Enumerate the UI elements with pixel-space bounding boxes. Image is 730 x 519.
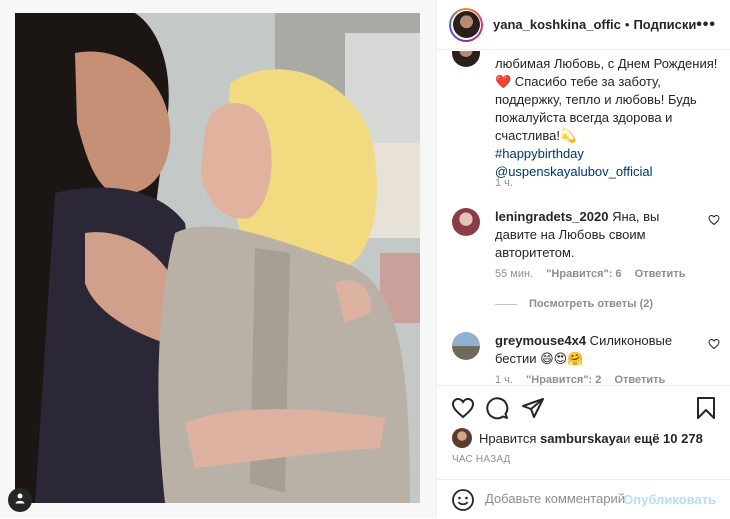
comment-meta: 55 мин. "Нравится": 6 Ответить bbox=[495, 268, 695, 280]
liker-username[interactable]: samburskaya bbox=[540, 431, 623, 446]
view-replies-button[interactable]: Посмотреть ответы (2) bbox=[495, 298, 653, 310]
liker-avatar[interactable] bbox=[452, 428, 472, 448]
likes-summary: Нравится samburskaya и ещё 10 278 bbox=[452, 428, 703, 448]
post-modal: yana_koshkina_offic • Подписки ••• любим… bbox=[0, 0, 730, 518]
user-tag-icon bbox=[14, 491, 26, 509]
bookmark-icon[interactable] bbox=[694, 396, 720, 422]
comment-meta: 1 ч. "Нравится": 2 Ответить bbox=[495, 374, 675, 385]
replies-divider bbox=[495, 303, 517, 305]
comment-username[interactable]: leningradets_2020 bbox=[495, 209, 608, 224]
mention-link[interactable]: @uspenskayalubov_official bbox=[495, 163, 721, 181]
comment-likes[interactable]: "Нравится": 2 bbox=[526, 374, 601, 385]
author-username[interactable]: yana_koshkina_offic bbox=[493, 17, 621, 32]
comment-like-icon[interactable] bbox=[708, 214, 720, 229]
comment-input[interactable] bbox=[485, 491, 625, 506]
post-photo[interactable] bbox=[15, 13, 420, 503]
post-header: yana_koshkina_offic • Подписки ••• bbox=[437, 0, 730, 50]
comment-reply-button[interactable]: Ответить bbox=[635, 268, 686, 280]
commenter-avatar[interactable] bbox=[452, 208, 480, 236]
comment-icon[interactable] bbox=[485, 396, 511, 422]
comment-item: greymouse4x4 Силиконовые бестии 😄😍🤗 1 ч.… bbox=[452, 332, 720, 385]
comment-time: 1 ч. bbox=[495, 374, 513, 385]
view-replies-label: Посмотреть ответы (2) bbox=[529, 298, 654, 310]
post-caption: любимая Любовь, с Днем Рождения! ❤️ Спас… bbox=[495, 55, 721, 181]
author-avatar[interactable] bbox=[449, 7, 483, 42]
hashtag-link[interactable]: #happybirthday bbox=[495, 145, 721, 163]
action-icons-row bbox=[451, 396, 719, 422]
comments-scroll-area[interactable]: любимая Любовь, с Днем Рождения! ❤️ Спас… bbox=[437, 51, 730, 385]
comment-reply-button[interactable]: Ответить bbox=[614, 374, 665, 385]
photo-area bbox=[0, 0, 437, 518]
publish-button[interactable]: Опубликовать bbox=[623, 492, 716, 507]
comment-time: 55 мин. bbox=[495, 268, 534, 280]
tag-users-button[interactable] bbox=[8, 488, 32, 512]
heart-icon[interactable] bbox=[451, 396, 477, 422]
comment-text: greymouse4x4 Силиконовые бестии 😄😍🤗 bbox=[495, 332, 695, 368]
paper-plane-icon[interactable] bbox=[521, 396, 547, 422]
commenter-avatar[interactable] bbox=[452, 332, 480, 360]
comment-likes[interactable]: "Нравится": 6 bbox=[546, 268, 621, 280]
likes-prefix: Нравится bbox=[479, 430, 537, 446]
caption-line2: Спасибо тебе за заботу, поддержку, тепло… bbox=[495, 74, 697, 143]
smiley-icon[interactable] bbox=[451, 488, 475, 512]
caption-author-avatar[interactable] bbox=[452, 51, 480, 67]
likes-count-button[interactable]: ещё 10 278 bbox=[634, 431, 703, 446]
heart-emoji: ❤️ bbox=[495, 74, 512, 89]
photo-illustration bbox=[15, 13, 420, 503]
add-comment-row: Опубликовать bbox=[437, 479, 730, 519]
post-side-panel: yana_koshkina_offic • Подписки ••• любим… bbox=[437, 0, 730, 518]
post-actions: Нравится samburskaya и ещё 10 278 ЧАС НА… bbox=[437, 385, 730, 518]
likes-middle: и bbox=[623, 430, 631, 446]
comment-username[interactable]: greymouse4x4 bbox=[495, 333, 586, 348]
caption-line1: любимая Любовь, с Днем Рождения! bbox=[495, 56, 718, 71]
header-separator: • bbox=[624, 17, 630, 32]
more-options-icon[interactable]: ••• bbox=[696, 16, 716, 34]
following-button[interactable]: Подписки bbox=[633, 17, 696, 32]
post-time: ЧАС НАЗАД bbox=[452, 454, 511, 465]
comment-item: leningradets_2020 Яна, вы давите на Любо… bbox=[452, 208, 720, 308]
comment-text: leningradets_2020 Яна, вы давите на Любо… bbox=[495, 208, 695, 262]
sparkle-emoji: 💫 bbox=[559, 128, 577, 143]
comment-like-icon[interactable] bbox=[708, 338, 720, 353]
caption-timestamp: 1 ч. bbox=[495, 177, 513, 189]
